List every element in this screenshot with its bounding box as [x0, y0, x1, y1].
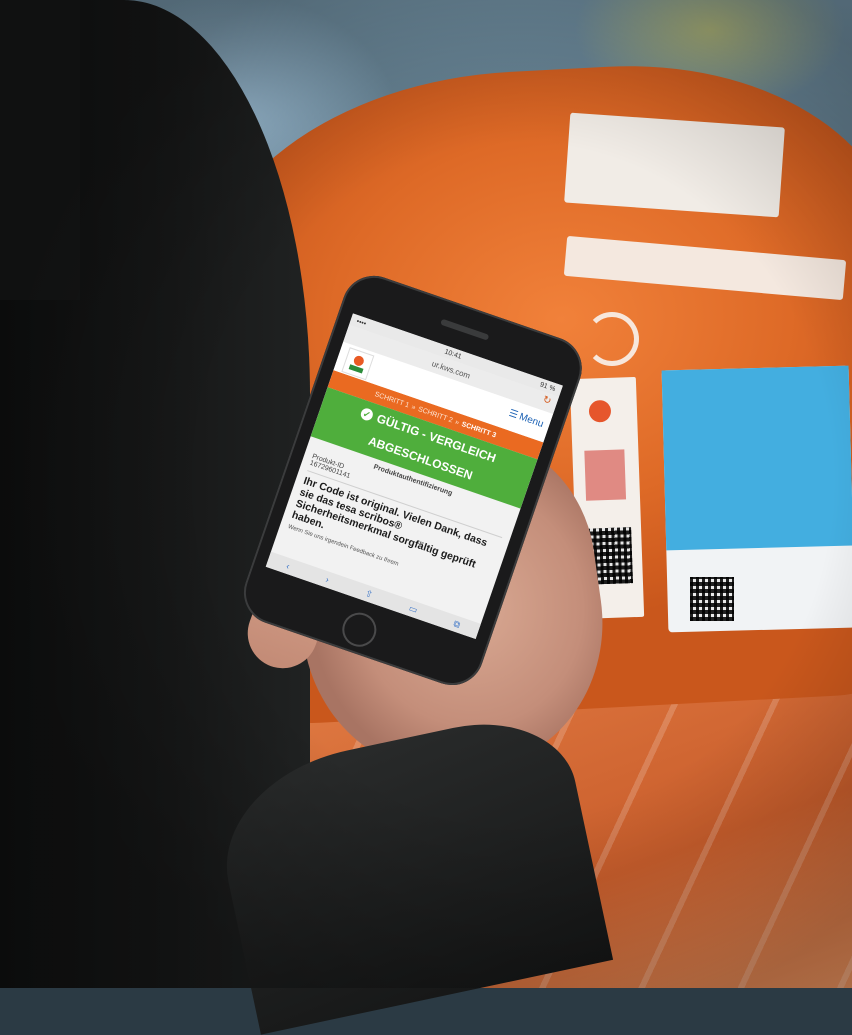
person-shoulder [0, 0, 80, 300]
step-separator: » [410, 403, 417, 412]
menu-label: Menu [517, 411, 545, 431]
menu-button[interactable]: ☰ Menu [507, 408, 545, 430]
shipping-label-blue-area [661, 365, 852, 551]
bookmarks-icon[interactable]: ▭ [407, 603, 419, 616]
parcel-white-label [564, 112, 785, 218]
label-checkmark [584, 449, 627, 501]
logo-base-icon [348, 364, 364, 374]
shipping-qr-code-icon [690, 577, 734, 621]
tabs-icon[interactable]: ⧉ [452, 618, 461, 630]
signal-indicator: •••• [355, 317, 368, 328]
back-icon[interactable]: ‹ [285, 561, 291, 571]
check-circle-icon: ✓ [359, 406, 375, 423]
reload-icon[interactable]: ↻ [541, 394, 553, 407]
label-logo-dot [588, 399, 612, 423]
forward-icon[interactable]: › [324, 574, 330, 584]
share-icon[interactable]: ⇧ [364, 587, 374, 600]
recycle-icon [585, 312, 639, 366]
step-separator: » [454, 418, 461, 427]
